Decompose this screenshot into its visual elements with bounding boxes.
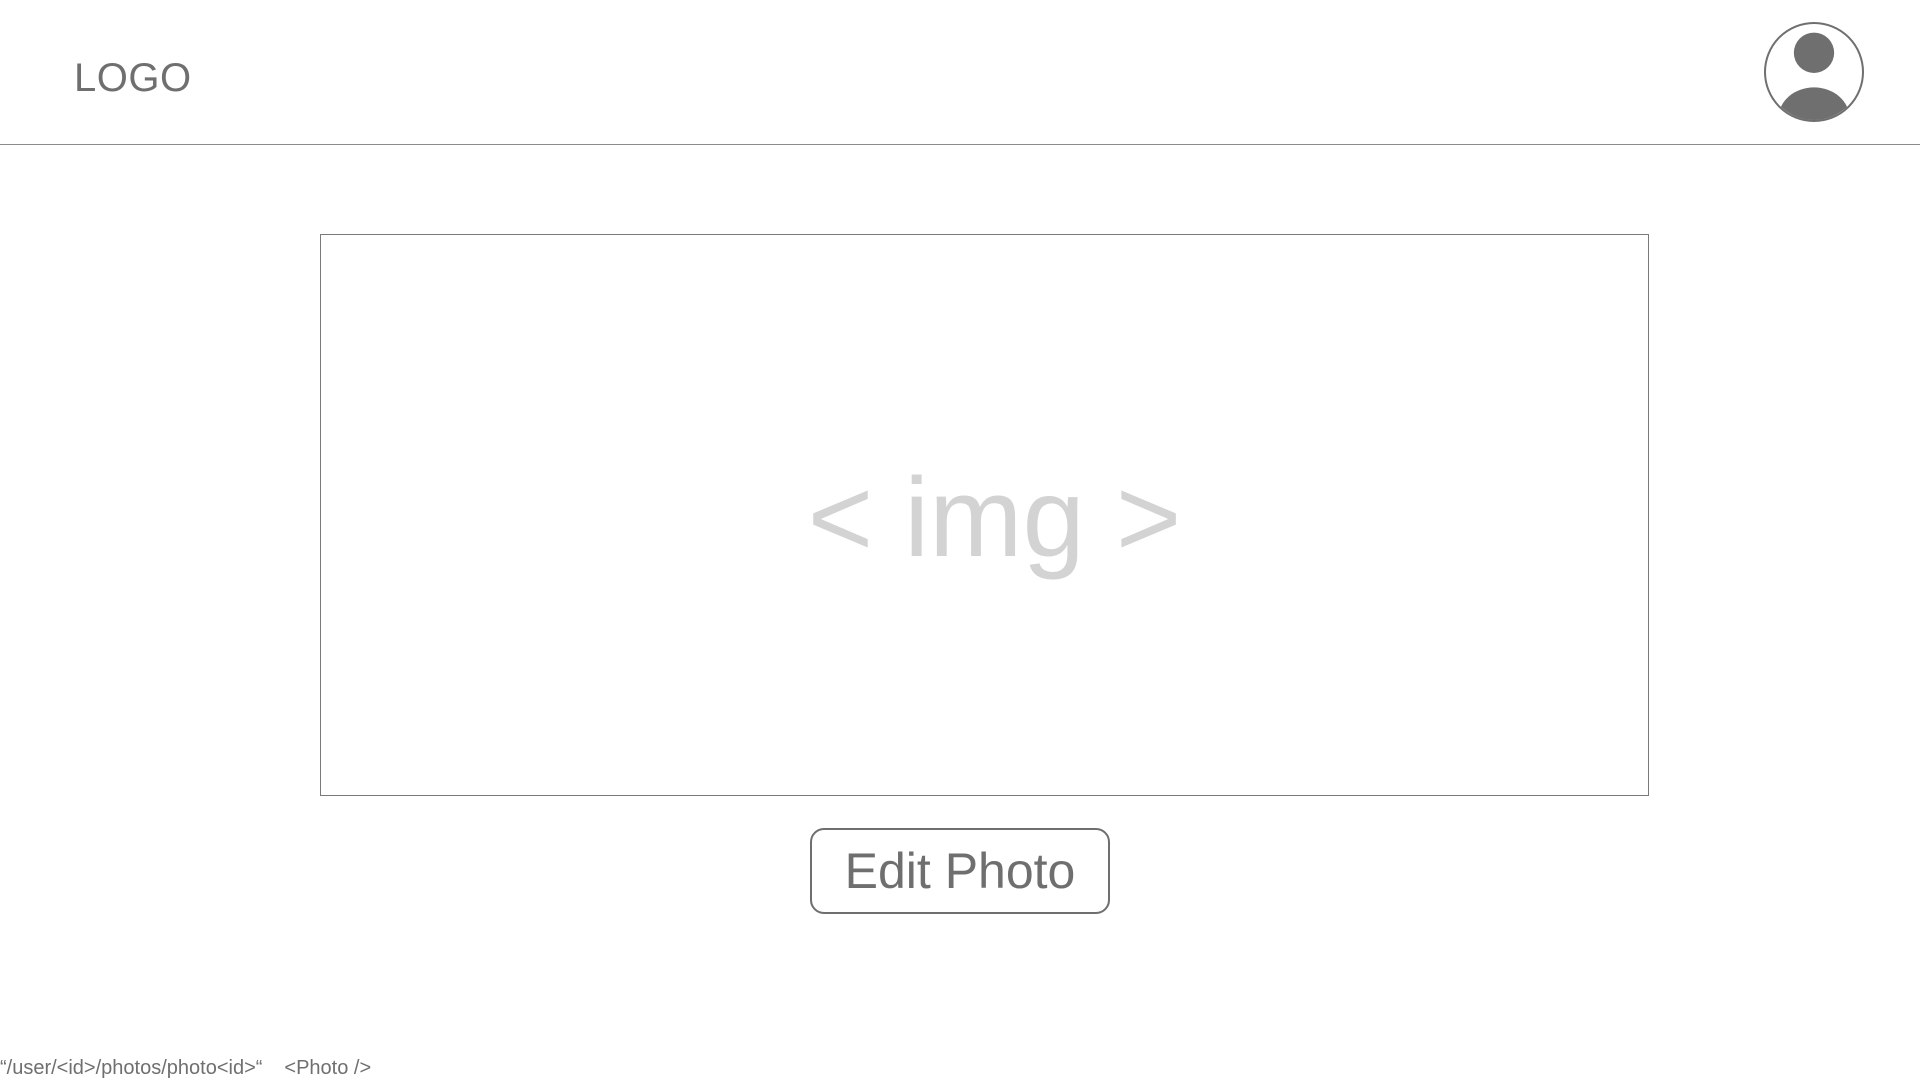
header: LOGO	[0, 0, 1920, 145]
logo[interactable]: LOGO	[74, 54, 192, 102]
photo-page: LOGO < img > Edit Photo “/user/<id>/phot…	[0, 0, 1920, 1080]
photo-frame: < img >	[320, 234, 1649, 796]
edit-photo-button[interactable]: Edit Photo	[810, 828, 1110, 914]
image-placeholder: < img >	[807, 455, 1182, 580]
user-avatar-glyph	[1778, 32, 1850, 120]
route-path: “/user/<id>/photos/photo<id>“	[0, 1057, 263, 1079]
route-annotation: “/user/<id>/photos/photo<id>“ <Photo />	[0, 1056, 371, 1080]
user-avatar-icon[interactable]	[1764, 22, 1864, 122]
component-name: <Photo />	[284, 1057, 372, 1079]
